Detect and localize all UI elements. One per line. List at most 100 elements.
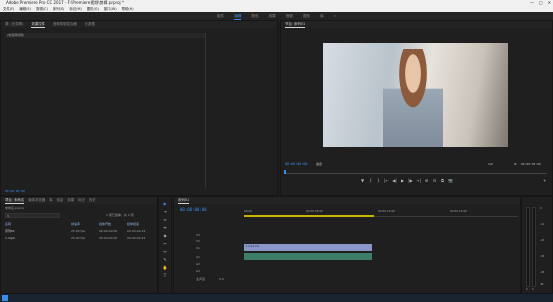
slip-tool-icon[interactable]: ↔: [162, 249, 168, 255]
search-icon: ⚲: [7, 214, 10, 218]
razor-tool-icon[interactable]: ✂: [162, 241, 168, 247]
timeline-panel: 序列01 00:00:00:00 00:00 00:00:05:00 00:00…: [173, 196, 521, 294]
row-fps: 25.00 fps: [71, 236, 86, 240]
source-timecode: 00:00:00:00: [5, 189, 25, 193]
meter-label: 0: [540, 207, 542, 210]
ripple-edit-tool-icon[interactable]: ⇔: [162, 217, 168, 223]
tab-project[interactable]: 项目: 未命名: [5, 197, 25, 204]
start-icon[interactable]: [2, 295, 8, 301]
workspace-libraries[interactable]: 库: [320, 12, 324, 20]
go-to-in-button[interactable]: |←: [384, 178, 389, 183]
tab-info[interactable]: 信息: [57, 197, 64, 204]
program-timecode[interactable]: 00:00:00:00: [285, 162, 307, 166]
track-a2[interactable]: A2: [196, 262, 200, 266]
workspace-more[interactable]: »: [334, 12, 336, 20]
project-path: 未命名.prproj: [5, 206, 24, 210]
playhead-icon[interactable]: [284, 170, 286, 174]
rolling-edit-tool-icon[interactable]: ⇹: [162, 225, 168, 231]
fit-dropdown[interactable]: 适合: [316, 162, 322, 166]
rate-stretch-tool-icon[interactable]: ◆: [162, 233, 168, 239]
tab-program[interactable]: 节目: 序列01: [285, 21, 306, 28]
type-tool-icon[interactable]: T: [162, 273, 168, 279]
workspace-editing[interactable]: 编辑: [234, 12, 242, 20]
track-v3[interactable]: V3: [196, 233, 200, 237]
mark-in-button[interactable]: {: [368, 178, 373, 183]
tab-media-browser[interactable]: 媒体浏览器: [28, 197, 45, 204]
solo-left-button[interactable]: S: [526, 288, 528, 291]
program-tabs: 节目: 序列01: [281, 21, 552, 28]
settings-icon[interactable]: ⚙: [514, 162, 517, 166]
video-frame: [323, 43, 508, 147]
hand-tool-icon[interactable]: ✋: [162, 265, 168, 271]
mark-out-button[interactable]: }: [376, 178, 381, 183]
play-button[interactable]: ▶: [400, 178, 405, 183]
video-clip[interactable]: 1.mp4 [V]: [244, 244, 372, 251]
column-media-end[interactable]: 媒体结束: [127, 222, 155, 226]
transport-controls: ▼ { } |← ◀| ▶ |▶ →| ⊞ ⊟ ⧉ 📷: [360, 178, 453, 183]
pen-tool-icon[interactable]: ✎: [162, 257, 168, 263]
table-row[interactable]: 1.mp4 25.00 fps 00:00:00:00 00:00:04:24: [5, 236, 155, 240]
ruler-label: 00:00:05:00: [306, 209, 324, 213]
column-media-start[interactable]: 媒体开始: [99, 222, 127, 226]
quality-dropdown[interactable]: 1/2: [488, 162, 493, 166]
column-name[interactable]: 名称: [5, 222, 71, 226]
row-name: 1.mp4: [5, 236, 15, 240]
tab-history[interactable]: 历史: [89, 197, 96, 204]
meter-label: -12: [540, 223, 545, 226]
ruler-label: 00:00:10:00: [378, 209, 396, 213]
workspace-bar: 组件 编辑 颜色 效果 音频 图形 库 »: [0, 12, 553, 20]
timeline-timecode[interactable]: 00:00:00:00: [180, 207, 207, 212]
workspace-assembly[interactable]: 组件: [217, 12, 224, 20]
track-v1[interactable]: V1: [196, 246, 200, 250]
meter-label: -48: [540, 271, 545, 274]
workspace-audio[interactable]: 音频: [286, 12, 293, 20]
program-duration: 00:00:05:00: [521, 162, 541, 166]
track-a3[interactable]: A3: [196, 269, 200, 273]
extract-button[interactable]: ⊟: [432, 178, 437, 183]
tab-libraries[interactable]: 库: [49, 197, 52, 204]
time-ruler[interactable]: 00:00 00:00:05:00 00:00:10:00 00:00:15:0…: [244, 207, 518, 217]
row-end: 00:00:04:24: [127, 229, 146, 233]
program-scrubber[interactable]: [284, 170, 547, 174]
track-v2[interactable]: V2: [196, 239, 200, 243]
track-select-tool-icon[interactable]: ⇥: [162, 209, 168, 215]
row-start: 00:00:00:00: [99, 236, 118, 240]
add-button-icon[interactable]: +: [543, 178, 546, 183]
tab-source[interactable]: 源: (无剪辑): [5, 21, 23, 28]
track-a1[interactable]: A1: [196, 255, 200, 259]
tab-effects[interactable]: 效果: [67, 197, 74, 204]
tab-markers[interactable]: 标记: [78, 197, 85, 204]
meter-left: [526, 207, 530, 287]
ruler-label: 00:00: [244, 209, 253, 213]
ruler-label: 00:00:15:00: [450, 209, 468, 213]
go-to-out-button[interactable]: →|: [416, 178, 421, 183]
person-image: [383, 49, 443, 147]
table-row[interactable]: 序列01 25.00 fps 00:00:00:00 00:00:04:24: [5, 229, 155, 233]
tab-sequence[interactable]: 序列01: [178, 197, 190, 204]
tab-audio-clip-mixer[interactable]: 音频剪辑混合器: [53, 21, 77, 28]
audio-meter: 0 -12 -24 -36 -48 dB S S: [521, 196, 553, 294]
step-back-button[interactable]: ◀|: [392, 178, 397, 183]
master-track: 主声道: [196, 277, 206, 281]
tab-effect-controls[interactable]: 效果控件: [31, 21, 45, 28]
add-marker-button[interactable]: ▼: [360, 178, 365, 183]
compare-button[interactable]: ⧉: [440, 178, 445, 183]
selection-tool-icon[interactable]: ▶: [162, 201, 168, 207]
tab-metadata[interactable]: 元数据: [85, 21, 95, 28]
timeline-tabs: 序列01: [174, 197, 520, 204]
solo-right-button[interactable]: S: [532, 288, 534, 291]
column-fps[interactable]: 帧速率: [71, 222, 99, 226]
row-start: 00:00:00:00: [99, 229, 118, 233]
workspace-color[interactable]: 颜色: [251, 12, 258, 20]
work-area-bar[interactable]: [244, 215, 374, 217]
master-volume[interactable]: 0.0: [219, 277, 224, 281]
lift-button[interactable]: ⊞: [424, 178, 429, 183]
search-input[interactable]: ⚲: [5, 213, 60, 218]
tools-panel: ▶ ⇥ ⇔ ⇹ ◆ ✂ ↔ ✎ ✋ T: [158, 196, 172, 294]
audio-clip[interactable]: [244, 253, 372, 260]
export-frame-button[interactable]: 📷: [448, 178, 453, 183]
selection-count: 1 项已选择，共 2 项: [106, 213, 134, 217]
step-forward-button[interactable]: |▶: [408, 178, 413, 183]
workspace-graphics[interactable]: 图形: [303, 12, 310, 20]
workspace-effects[interactable]: 效果: [269, 12, 276, 20]
